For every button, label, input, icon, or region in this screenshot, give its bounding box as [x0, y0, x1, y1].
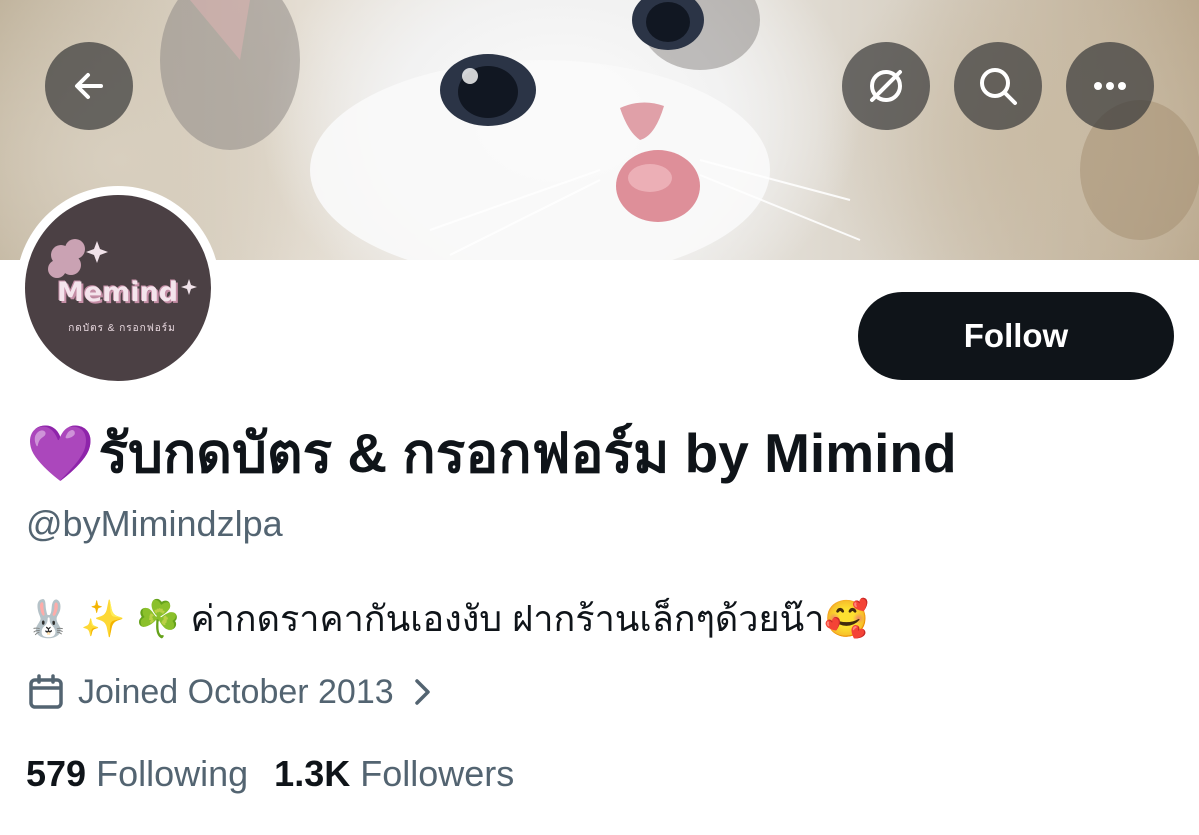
back-button[interactable] — [45, 42, 133, 130]
search-button[interactable] — [954, 42, 1042, 130]
follow-button[interactable]: Follow — [858, 292, 1174, 380]
followers-link[interactable]: 1.3K Followers — [274, 753, 514, 794]
more-icon — [1094, 82, 1126, 90]
user-handle: @byMimindzlpa — [26, 503, 283, 544]
arrow-left-icon — [75, 73, 103, 99]
display-name-text: รับกดบัตร & กรอกฟอร์ม by Mimind — [98, 422, 957, 484]
search-icon — [980, 68, 1017, 105]
purple-heart-emoji: 💜 — [26, 422, 95, 484]
avatar-logo-subtext: กดบัตร & กรอกฟอร์ม — [68, 323, 176, 334]
followers-count: 1.3K — [274, 753, 351, 794]
grok-icon — [870, 70, 902, 102]
joined-date-text: Joined October 2013 — [78, 673, 394, 711]
following-label: Following — [96, 753, 249, 794]
chevron-right-icon — [412, 675, 434, 709]
followers-label: Followers — [360, 753, 515, 794]
avatar-logo-text: Memind — [57, 277, 179, 308]
joined-date-row[interactable]: Joined October 2013 — [26, 668, 434, 716]
display-name: 💜รับกดบัตร & กรอกฟอร์ม by Mimind — [26, 418, 957, 488]
calendar-icon — [26, 672, 66, 712]
grok-button[interactable] — [842, 42, 930, 130]
profile-bio: 🐰 ✨ ☘️ ค่ากดราคากันเองงับ ฝากร้านเล็กๆด้… — [26, 598, 870, 639]
following-count: 579 — [26, 753, 87, 794]
more-options-button[interactable] — [1066, 42, 1154, 130]
avatar[interactable]: Memind กดบัตร & กรอกฟอร์ม — [25, 195, 211, 381]
profile-stats: 579 Following 1.3K Followers — [26, 750, 540, 798]
following-link[interactable]: 579 Following — [26, 753, 248, 794]
